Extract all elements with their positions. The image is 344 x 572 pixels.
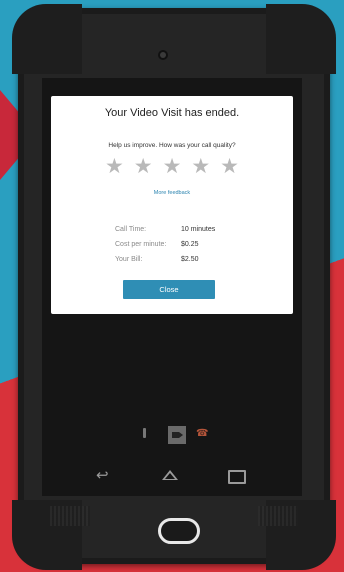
- more-feedback-link[interactable]: More feedback: [51, 190, 293, 196]
- star-rating: ★ ★ ★ ★ ★: [105, 156, 239, 178]
- device-screen: Your Video Visit has ended. Help us impr…: [42, 78, 302, 496]
- bumper-top-left: [12, 4, 82, 74]
- call-controls: ☎: [138, 426, 218, 444]
- stat-value: 10 minutes: [181, 226, 216, 233]
- phone-hangup-icon[interactable]: ☎: [196, 429, 208, 439]
- visit-stats: Call Time: 10 minutes Cost per minute: $…: [115, 222, 265, 267]
- speaker-grille-left: [50, 506, 90, 526]
- star-2-icon[interactable]: ★: [134, 156, 153, 178]
- stat-value: $2.50: [181, 256, 199, 263]
- star-3-icon[interactable]: ★: [163, 156, 182, 178]
- visit-ended-dialog: Your Video Visit has ended. Help us impr…: [51, 96, 293, 314]
- star-5-icon[interactable]: ★: [220, 156, 239, 178]
- speaker-grille-right: [258, 506, 298, 526]
- stat-label: Your Bill:: [115, 256, 143, 263]
- hardware-home-button[interactable]: [158, 518, 200, 544]
- star-1-icon[interactable]: ★: [105, 156, 124, 178]
- star-4-icon[interactable]: ★: [191, 156, 210, 178]
- video-camera-icon[interactable]: [168, 426, 186, 444]
- bumper-top-right: [266, 4, 336, 74]
- stat-label: Call Time:: [115, 226, 147, 233]
- dialog-title: Your Video Visit has ended.: [104, 107, 240, 119]
- stat-row-cost-per-minute: Cost per minute: $0.25: [115, 237, 265, 252]
- android-navbar: ↩: [42, 456, 302, 496]
- back-icon[interactable]: ↩: [96, 466, 109, 484]
- stat-row-bill: Your Bill: $2.50: [115, 252, 265, 267]
- rating-prompt: Help us improve. How was your call quali…: [108, 142, 236, 149]
- close-button[interactable]: Close: [123, 280, 215, 299]
- front-camera: [160, 52, 166, 58]
- stat-row-call-time: Call Time: 10 minutes: [115, 222, 265, 237]
- stat-value: $0.25: [181, 241, 199, 248]
- mic-icon[interactable]: [143, 428, 146, 438]
- recent-apps-icon[interactable]: [228, 470, 246, 484]
- stat-label: Cost per minute:: [115, 241, 167, 248]
- home-icon[interactable]: [162, 470, 178, 480]
